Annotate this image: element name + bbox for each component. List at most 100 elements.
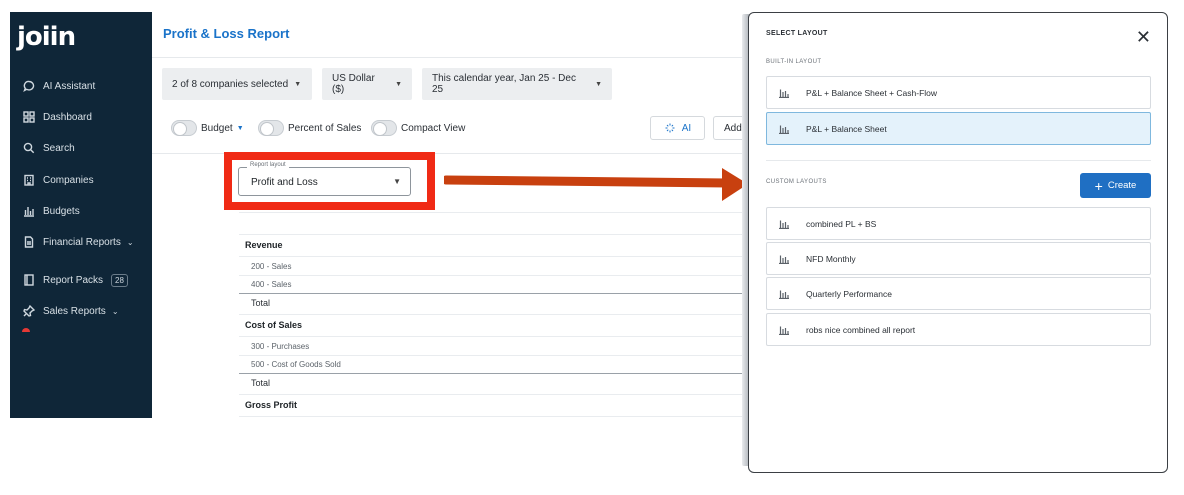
toggle-label: Compact View <box>401 122 466 134</box>
sidebar-item-ai-assistant[interactable]: AI Assistant <box>22 76 150 96</box>
table-row: 400 - Sales <box>251 279 292 289</box>
table-row: 300 - Purchases <box>251 341 310 351</box>
pin-icon <box>22 304 36 318</box>
panel-title: SELECT LAYOUT <box>766 30 828 37</box>
divider <box>152 57 746 58</box>
custom-layout-option[interactable]: NFD Monthly <box>766 242 1151 275</box>
layout-option-label: robs nice combined all report <box>806 324 916 335</box>
sidebar-item-label: Financial Reports <box>43 236 121 248</box>
layout-option[interactable]: P&L + Balance Sheet + Cash-Flow <box>766 76 1151 109</box>
add-button-label: Add <box>724 122 742 134</box>
custom-layout-option[interactable]: robs nice combined all report <box>766 313 1151 346</box>
budget-toggle[interactable] <box>171 120 197 136</box>
bar-chart-icon <box>778 254 790 264</box>
table-divider <box>239 314 744 315</box>
currency-filter[interactable]: US Dollar ($) ▼ <box>322 68 412 100</box>
filter-label: This calendar year, Jan 25 - Dec 25 <box>432 73 576 95</box>
caret-down-icon: ▼ <box>393 177 401 186</box>
app-logo: joiin <box>17 22 76 52</box>
select-legend: Report layout <box>247 162 289 168</box>
caret-down-icon[interactable]: ▼ <box>237 125 244 132</box>
select-layout-panel: SELECT LAYOUT ✕ BUILT-IN LAYOUT P&L + Ba… <box>748 12 1168 473</box>
filter-label: 2 of 8 companies selected <box>172 78 289 90</box>
report-layout-select[interactable]: Report layout Profit and Loss ▼ <box>238 162 411 196</box>
layout-option-label: NFD Monthly <box>806 253 856 264</box>
close-icon[interactable]: ✕ <box>1136 28 1151 46</box>
built-in-heading: BUILT-IN LAYOUT <box>766 59 822 65</box>
sidebar-item-search[interactable]: Search <box>22 138 150 158</box>
table-divider <box>239 212 744 213</box>
sparkle-icon <box>664 122 676 134</box>
budget-toggle-group: Budget ▼ <box>171 119 244 137</box>
select-value: Profit and Loss <box>251 177 318 188</box>
building-icon <box>22 173 36 187</box>
pointer-arrow <box>444 168 748 201</box>
table-row: Cost of Sales <box>245 320 303 330</box>
table-divider <box>239 256 744 257</box>
table-divider <box>239 293 744 294</box>
book-icon <box>22 273 36 287</box>
compact-view-toggle-group: Compact View <box>371 119 465 137</box>
percent-of-sales-toggle-group: Percent of Sales <box>258 119 361 137</box>
percent-of-sales-toggle[interactable] <box>258 120 284 136</box>
layout-option-label: P&L + Balance Sheet <box>806 123 887 134</box>
divider <box>766 160 1151 161</box>
bar-chart-icon <box>778 88 790 98</box>
sidebar: joiin AI Assistant Dashboard Search Comp… <box>10 12 152 418</box>
ai-button[interactable]: AI <box>650 116 705 140</box>
sidebar-item-label: AI Assistant <box>43 80 96 92</box>
bar-chart-icon <box>22 204 36 218</box>
caret-down-icon: ▼ <box>294 80 302 88</box>
bar-chart-icon <box>778 219 790 229</box>
bar-chart-icon <box>778 124 790 134</box>
sidebar-item-label: Dashboard <box>43 111 92 123</box>
chat-bubble-icon <box>22 79 36 93</box>
filter-label: US Dollar ($) <box>332 73 375 95</box>
layout-option-label: P&L + Balance Sheet + Cash-Flow <box>806 87 938 98</box>
period-filter[interactable]: This calendar year, Jan 25 - Dec 25 ▼ <box>422 68 612 100</box>
create-button[interactable]: + Create <box>1080 173 1151 198</box>
create-button-label: Create <box>1107 180 1137 191</box>
layout-option-label: Quarterly Performance <box>806 288 892 299</box>
sidebar-item-label: Companies <box>43 174 94 186</box>
document-icon <box>22 235 36 249</box>
chevron-down-icon: ⌄ <box>126 237 134 247</box>
sidebar-item-budgets[interactable]: Budgets <box>22 201 150 221</box>
sidebar-item-label: Budgets <box>43 205 80 217</box>
compact-view-toggle[interactable] <box>371 120 397 136</box>
table-row: Revenue <box>245 240 283 250</box>
sidebar-item-report-packs[interactable]: Report Packs 28 <box>22 270 150 290</box>
caret-down-icon: ▼ <box>595 80 602 88</box>
custom-layout-option[interactable]: combined PL + BS <box>766 207 1151 240</box>
sidebar-item-financial-reports[interactable]: Financial Reports ⌄ <box>22 232 150 252</box>
custom-layout-option[interactable]: Quarterly Performance <box>766 277 1151 310</box>
plus-icon: + <box>1094 177 1103 194</box>
bar-chart-icon <box>778 325 790 335</box>
custom-heading: CUSTOM LAYOUTS <box>766 179 827 185</box>
ai-button-label: AI <box>681 122 692 134</box>
table-row: 500 - Cost of Goods Sold <box>251 359 341 369</box>
table-divider <box>239 336 744 337</box>
table-divider <box>239 416 744 417</box>
bar-chart-icon <box>778 289 790 299</box>
sidebar-item-dashboard[interactable]: Dashboard <box>22 107 150 127</box>
count-badge: 28 <box>111 273 128 287</box>
caret-down-icon: ▼ <box>395 80 402 88</box>
table-row: 200 - Sales <box>251 261 292 271</box>
grid-icon <box>22 110 36 124</box>
notification-indicator <box>22 328 30 332</box>
sidebar-item-companies[interactable]: Companies <box>22 170 150 190</box>
sidebar-item-label: Report Packs <box>43 274 104 286</box>
layout-option-selected[interactable]: P&L + Balance Sheet <box>766 112 1151 145</box>
toggle-label: Percent of Sales <box>288 122 362 134</box>
table-divider <box>239 373 744 374</box>
table-divider <box>239 394 744 395</box>
sidebar-item-label: Sales Reports <box>43 305 106 317</box>
table-row: Total <box>251 298 271 308</box>
search-icon <box>22 141 36 155</box>
table-row: Total <box>251 378 271 388</box>
sidebar-item-sales-reports[interactable]: Sales Reports ⌄ <box>22 301 150 321</box>
page-title: Profit & Loss Report <box>163 26 290 41</box>
companies-filter[interactable]: 2 of 8 companies selected ▼ <box>162 68 312 100</box>
table-row: Gross Profit <box>245 400 298 410</box>
